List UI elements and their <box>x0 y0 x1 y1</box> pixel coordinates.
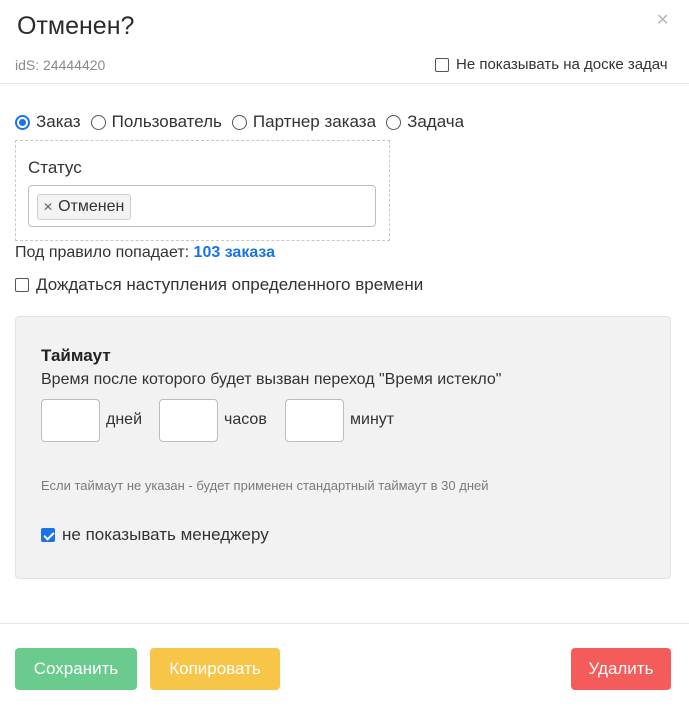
rule-match-line: Под правило попадает: 103 заказа <box>15 244 275 262</box>
radio-order-partner-indicator[interactable] <box>231 114 247 130</box>
footer-divider <box>0 623 689 624</box>
wait-time-label: Дождаться наступления определенного врем… <box>36 275 424 294</box>
radio-task-indicator[interactable] <box>386 114 402 130</box>
hours-label: часов <box>224 411 267 428</box>
status-tag: ✕ Отменен <box>37 194 132 220</box>
timeout-panel: Таймаут Время после которого будет вызва… <box>15 316 671 579</box>
radio-order-partner-label: Партнер заказа <box>252 112 377 131</box>
radio-user-label: Пользователь <box>111 112 222 131</box>
hide-board-label: Не показывать на доске задач <box>456 56 668 73</box>
modal-dialog: Отменен? ✕ idS: 24444420 Не показывать н… <box>0 0 689 709</box>
hide-manager-checkbox[interactable]: не показывать менеджеру <box>41 525 269 545</box>
tag-remove-icon[interactable]: ✕ <box>43 200 53 214</box>
days-input[interactable] <box>41 399 100 442</box>
radio-order[interactable]: Заказ <box>15 112 81 132</box>
hide-board-checkbox[interactable]: Не показывать на доске задач <box>435 56 668 73</box>
header-divider <box>0 83 689 84</box>
close-icon[interactable]: ✕ <box>656 10 669 30</box>
radio-order-indicator[interactable] <box>15 114 30 130</box>
hours-input[interactable] <box>159 399 218 442</box>
wait-time-checkbox[interactable]: Дождаться наступления определенного врем… <box>15 275 423 295</box>
radio-user-indicator[interactable] <box>90 114 106 130</box>
hide-board-checkbox-box[interactable] <box>435 57 449 72</box>
copy-button[interactable]: Копировать <box>150 648 280 690</box>
minutes-input[interactable] <box>285 399 344 442</box>
status-tag-label: Отменен <box>58 198 125 215</box>
timeout-title: Таймаут <box>41 346 111 365</box>
modal-title: Отменен? <box>17 12 135 40</box>
wait-time-checkbox-box[interactable] <box>15 278 29 292</box>
minutes-label: минут <box>350 411 395 428</box>
timeout-hint: Если таймаут не указан - будет применен … <box>41 478 489 493</box>
radio-order-partner[interactable]: Партнер заказа <box>231 112 377 132</box>
delete-button[interactable]: Удалить <box>571 648 671 690</box>
status-multiselect[interactable]: ✕ Отменен <box>28 185 376 227</box>
radio-task-label: Задача <box>407 112 465 131</box>
ids-label: idS: 24444420 <box>15 57 106 73</box>
save-button[interactable]: Сохранить <box>15 648 137 690</box>
status-label: Статус <box>28 158 82 177</box>
scope-radio-group: Заказ Пользователь Партнер заказа Задача <box>15 112 474 132</box>
status-filter-box: Статус ✕ Отменен <box>15 140 390 241</box>
radio-task[interactable]: Задача <box>386 112 464 132</box>
radio-order-label: Заказ <box>36 112 81 131</box>
days-label: дней <box>106 411 143 428</box>
rule-match-prefix: Под правило попадает: <box>15 244 190 261</box>
timeout-description: Время после которого будет вызван перехо… <box>41 371 502 388</box>
hide-manager-checkbox-box[interactable] <box>41 528 55 542</box>
rule-match-count-link[interactable]: 103 заказа <box>194 244 276 261</box>
radio-user[interactable]: Пользователь <box>90 112 222 132</box>
hide-manager-label: не показывать менеджеру <box>62 525 269 544</box>
